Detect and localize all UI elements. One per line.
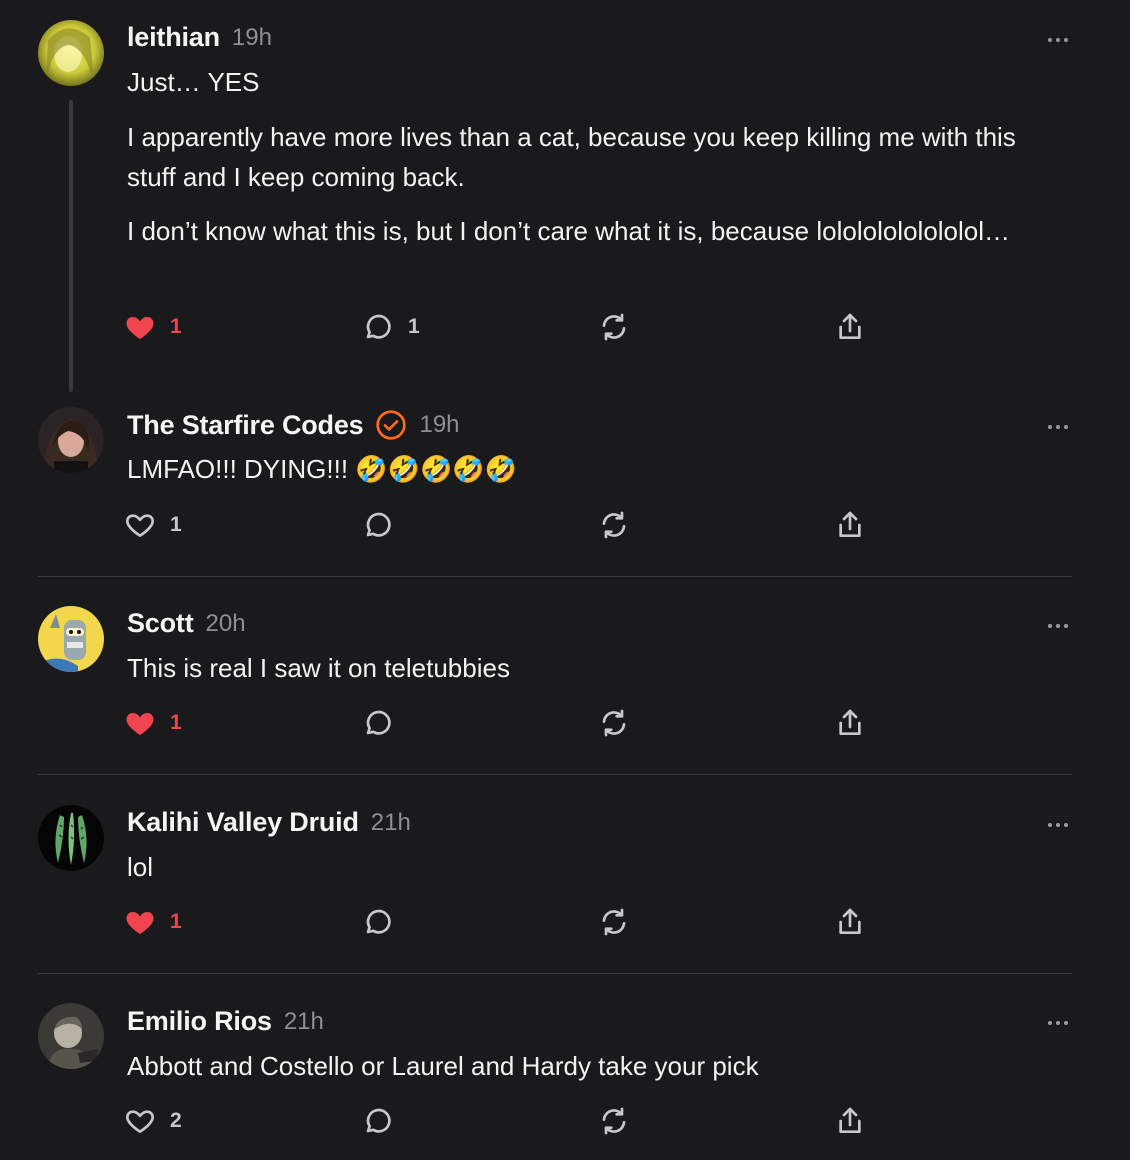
more-dots-icon[interactable] bbox=[1040, 417, 1076, 437]
restack-button[interactable] bbox=[598, 706, 630, 740]
restack-button[interactable] bbox=[598, 1104, 630, 1138]
restack-button[interactable] bbox=[598, 310, 630, 344]
like-count: 1 bbox=[170, 910, 182, 933]
heart-icon bbox=[126, 317, 154, 339]
comment-bubble-icon bbox=[366, 512, 391, 537]
timestamp[interactable]: 20h bbox=[206, 610, 246, 638]
username[interactable]: Emilio Rios bbox=[127, 1006, 272, 1037]
heart-icon bbox=[126, 713, 154, 735]
more-dots-icon[interactable] bbox=[1040, 1013, 1076, 1033]
more-dots-icon[interactable] bbox=[1040, 815, 1076, 835]
action-bar: 1 1 bbox=[124, 310, 884, 344]
reply-button[interactable] bbox=[362, 905, 394, 939]
restack-icon bbox=[602, 908, 626, 936]
action-bar: 1 bbox=[124, 508, 884, 542]
heart-icon bbox=[126, 514, 154, 537]
more-dots-icon[interactable] bbox=[1040, 616, 1076, 636]
like-count: 2 bbox=[170, 1109, 182, 1132]
restack-button[interactable] bbox=[598, 508, 630, 542]
like-button[interactable]: 1 bbox=[124, 310, 182, 344]
comment-text: This is real I saw it on teletubbies bbox=[127, 653, 510, 683]
comment-bubble-icon bbox=[366, 314, 391, 339]
divider bbox=[38, 576, 1072, 577]
comment-body: Abbott and Costello or Laurel and Hardy … bbox=[127, 1046, 1067, 1086]
comment-text: I apparently have more lives than a cat,… bbox=[127, 122, 1016, 192]
comment-body: Just… YES bbox=[127, 62, 1067, 102]
reply-button[interactable] bbox=[362, 706, 394, 740]
avatar[interactable] bbox=[38, 805, 104, 871]
username[interactable]: Scott bbox=[127, 608, 194, 639]
comment-text: Abbott and Costello or Laurel and Hardy … bbox=[127, 1051, 759, 1081]
username[interactable]: Kalihi Valley Druid bbox=[127, 807, 359, 838]
share-button[interactable] bbox=[834, 508, 866, 542]
action-bar: 1 bbox=[124, 905, 884, 939]
share-icon bbox=[839, 511, 861, 537]
like-button[interactable]: 1 bbox=[124, 905, 182, 939]
comment-header: Kalihi Valley Druid 21h bbox=[127, 807, 411, 838]
like-button[interactable]: 1 bbox=[124, 706, 182, 740]
heart-icon bbox=[126, 912, 154, 934]
divider bbox=[38, 774, 1072, 775]
verified-check-icon bbox=[376, 410, 407, 440]
comment-header: The Starfire Codes 19h bbox=[127, 409, 460, 441]
comment-bubble-icon bbox=[366, 909, 391, 934]
timestamp[interactable]: 19h bbox=[232, 24, 272, 52]
share-button[interactable] bbox=[834, 905, 866, 939]
like-button[interactable]: 1 bbox=[124, 508, 182, 542]
comment-text: LMFAO!!! DYING!!! 🤣🤣🤣🤣🤣 bbox=[127, 454, 518, 484]
comment-text: Just… YES bbox=[127, 67, 260, 97]
comment-header: leithian 19h bbox=[127, 22, 272, 53]
restack-icon bbox=[602, 709, 626, 737]
username[interactable]: The Starfire Codes bbox=[127, 410, 364, 441]
restack-icon bbox=[602, 511, 626, 539]
reply-button[interactable] bbox=[362, 1104, 394, 1138]
action-bar: 1 bbox=[124, 706, 884, 740]
comment-body: lol bbox=[127, 847, 1067, 887]
comment-text: lol bbox=[127, 852, 154, 882]
share-icon bbox=[839, 313, 861, 339]
avatar[interactable] bbox=[38, 20, 104, 86]
share-icon bbox=[839, 1107, 861, 1133]
share-button[interactable] bbox=[834, 310, 866, 344]
reply-button[interactable]: 1 bbox=[362, 310, 420, 344]
comment-body: I don’t know what this is, but I don’t c… bbox=[127, 211, 1067, 251]
comment-body: LMFAO!!! DYING!!! 🤣🤣🤣🤣🤣 bbox=[127, 449, 1067, 489]
share-button[interactable] bbox=[834, 1104, 866, 1138]
timestamp[interactable]: 21h bbox=[371, 809, 411, 837]
comment-body: I apparently have more lives than a cat,… bbox=[127, 117, 1067, 197]
comment-bubble-icon bbox=[366, 710, 391, 735]
avatar[interactable] bbox=[38, 1003, 104, 1069]
username[interactable]: leithian bbox=[127, 22, 220, 53]
like-button[interactable]: 2 bbox=[124, 1104, 182, 1138]
timestamp[interactable]: 21h bbox=[284, 1008, 324, 1036]
more-dots-icon[interactable] bbox=[1040, 30, 1076, 50]
restack-button[interactable] bbox=[598, 905, 630, 939]
comment-header: Emilio Rios 21h bbox=[127, 1006, 324, 1037]
comment-bubble-icon bbox=[366, 1108, 391, 1133]
share-icon bbox=[839, 709, 861, 735]
timestamp[interactable]: 19h bbox=[419, 411, 459, 439]
share-button[interactable] bbox=[834, 706, 866, 740]
action-bar: 2 bbox=[124, 1104, 884, 1138]
thread-line bbox=[69, 100, 73, 392]
like-count: 1 bbox=[170, 315, 182, 338]
comment-text: I don’t know what this is, but I don’t c… bbox=[127, 216, 1011, 246]
restack-icon bbox=[602, 1107, 626, 1135]
avatar[interactable] bbox=[38, 606, 104, 672]
divider bbox=[38, 973, 1072, 974]
reply-button[interactable] bbox=[362, 508, 394, 542]
share-icon bbox=[839, 908, 861, 934]
reply-count: 1 bbox=[408, 315, 420, 338]
restack-icon bbox=[602, 313, 626, 341]
avatar[interactable] bbox=[38, 407, 104, 473]
heart-icon bbox=[126, 1110, 154, 1133]
comment-body: This is real I saw it on teletubbies bbox=[127, 648, 1067, 688]
like-count: 1 bbox=[170, 711, 182, 734]
comment-header: Scott 20h bbox=[127, 608, 246, 639]
like-count: 1 bbox=[170, 513, 182, 536]
